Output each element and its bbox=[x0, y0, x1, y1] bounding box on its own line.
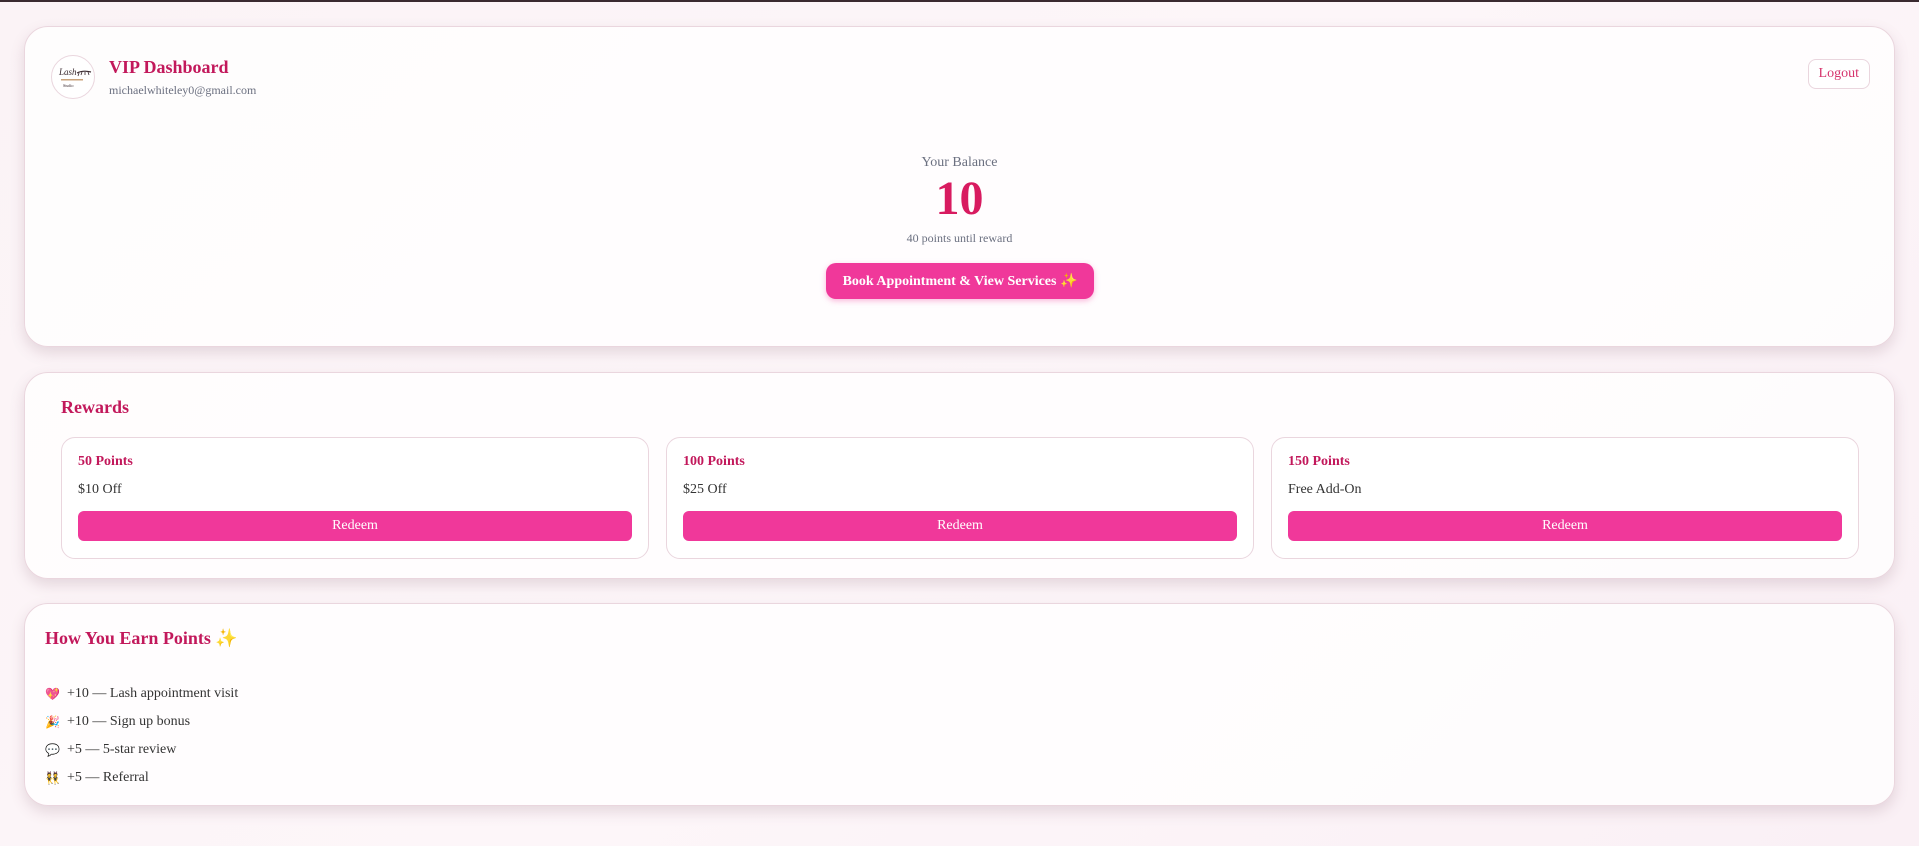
reward-description: $25 Off bbox=[683, 482, 727, 497]
rewards-title: Rewards bbox=[61, 397, 129, 417]
reward-card-150: 150 Points Free Add-On Redeem bbox=[1271, 437, 1859, 559]
earn-item-text: +10 — Lash appointment visit bbox=[67, 686, 239, 701]
earn-item-text: +5 — Referral bbox=[67, 770, 149, 785]
reward-points: 50 Points bbox=[78, 454, 133, 469]
redeem-button[interactable]: Redeem bbox=[1288, 511, 1842, 541]
balance-label: Your Balance bbox=[921, 155, 998, 170]
list-item: 👯 +5 — Referral bbox=[45, 764, 238, 792]
logout-button[interactable]: Logout bbox=[1807, 59, 1870, 89]
speech-bubble-icon: 💬 bbox=[45, 742, 60, 757]
reward-points: 150 Points bbox=[1288, 454, 1350, 469]
list-item: 💬 +5 — 5-star review bbox=[45, 736, 238, 764]
earn-item-text: +10 — Sign up bonus bbox=[67, 714, 191, 729]
svg-text:Studio: Studio bbox=[63, 83, 73, 88]
list-item: 🎉 +10 — Sign up bonus bbox=[45, 708, 238, 736]
rewards-card: Rewards 50 Points $10 Off Redeem 100 Poi… bbox=[24, 372, 1895, 579]
lash-logo-icon: Lash Studio bbox=[58, 67, 92, 88]
book-appointment-button[interactable]: Book Appointment & View Services ✨ bbox=[826, 263, 1094, 299]
reward-description: Free Add-On bbox=[1288, 482, 1362, 497]
party-popper-icon: 🎉 bbox=[45, 714, 60, 729]
redeem-button[interactable]: Redeem bbox=[683, 511, 1237, 541]
people-icon: 👯 bbox=[45, 770, 60, 785]
user-email: michaelwhiteley0@gmail.com bbox=[109, 83, 257, 97]
brand-logo: Lash Studio bbox=[51, 55, 95, 99]
heart-icon: 💖 bbox=[45, 686, 60, 701]
balance-value: 10 bbox=[935, 172, 984, 225]
earn-points-card: How You Earn Points ✨ 💖 +10 — Lash appoi… bbox=[24, 603, 1895, 806]
list-item: 💖 +10 — Lash appointment visit bbox=[45, 680, 238, 708]
redeem-button[interactable]: Redeem bbox=[78, 511, 632, 541]
page-title: VIP Dashboard bbox=[109, 57, 229, 77]
reward-points: 100 Points bbox=[683, 454, 745, 469]
reward-card-100: 100 Points $25 Off Redeem bbox=[666, 437, 1254, 559]
earn-points-list: 💖 +10 — Lash appointment visit 🎉 +10 — S… bbox=[45, 680, 238, 792]
svg-text:Lash: Lash bbox=[58, 67, 77, 77]
earn-points-title: How You Earn Points ✨ bbox=[45, 628, 238, 648]
reward-card-50: 50 Points $10 Off Redeem bbox=[61, 437, 649, 559]
top-border bbox=[0, 0, 1919, 2]
balance-card: Lash Studio VIP Dashboard michaelwhitele… bbox=[24, 26, 1895, 347]
earn-item-text: +5 — 5-star review bbox=[67, 742, 177, 757]
reward-description: $10 Off bbox=[78, 482, 122, 497]
points-until-reward: 40 points until reward bbox=[906, 231, 1013, 245]
